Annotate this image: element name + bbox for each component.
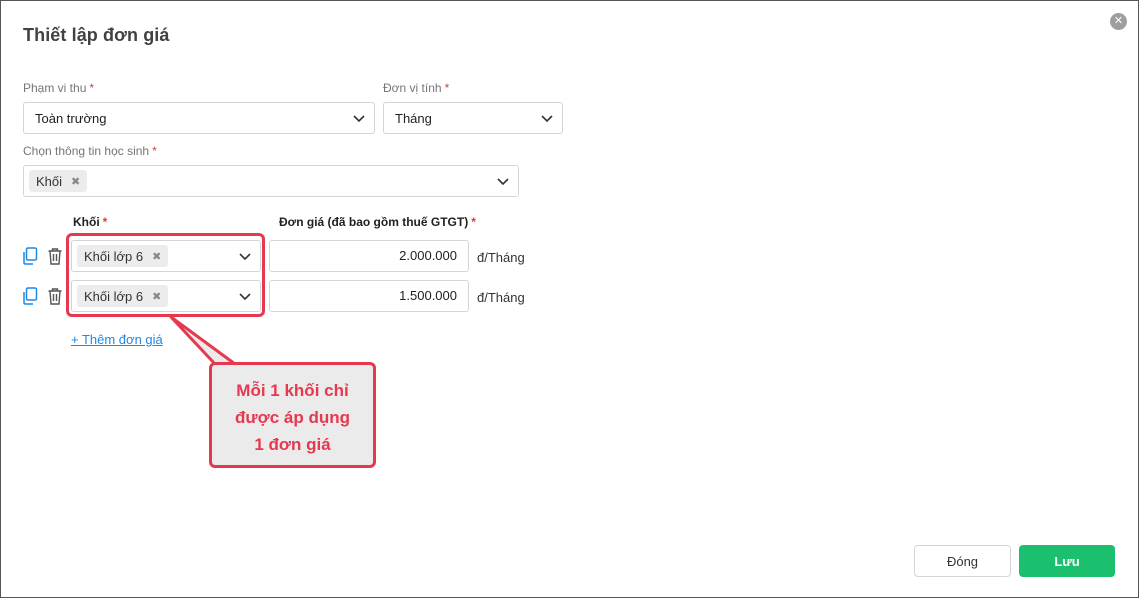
khoi-tag: Khối ✖ xyxy=(29,170,88,192)
save-button[interactable]: Lưu xyxy=(1019,545,1115,577)
khoi-tag: Khối lớp 6 ✖ xyxy=(77,285,169,307)
unit-label: đ/Tháng xyxy=(477,290,525,305)
thong-tin-hoc-sinh-label: Chọn thông tin học sinh * xyxy=(23,144,157,158)
chevron-down-icon xyxy=(239,293,251,301)
don-vi-tinh-value: Tháng xyxy=(395,110,432,126)
price-setup-dialog: Thiết lập đơn giá ✕ Phạm vi thu * Toàn tr… xyxy=(0,0,1139,598)
chevron-down-icon xyxy=(353,115,365,123)
chevron-down-icon xyxy=(239,253,251,261)
callout-line: Mỗi 1 khối chỉ xyxy=(236,381,349,400)
chevron-down-icon xyxy=(497,178,509,186)
col-don-gia-header: Đơn giá (đã bao gồm thuế GTGT) * xyxy=(279,215,476,229)
unit-label: đ/Tháng xyxy=(477,250,525,265)
remove-tag-icon[interactable]: ✖ xyxy=(71,175,80,188)
remove-tag-icon[interactable]: ✖ xyxy=(152,290,161,303)
khoi-tag: Khối lớp 6 ✖ xyxy=(77,245,169,267)
col-khoi-header: Khối * xyxy=(73,215,108,229)
pham-vi-thu-value: Toàn trường xyxy=(35,110,107,126)
callout-line: 1 đơn giá xyxy=(254,435,331,454)
pham-vi-thu-label: Phạm vi thu * xyxy=(23,81,95,95)
chevron-down-icon xyxy=(541,115,553,123)
khoi-select-row-2[interactable]: Khối lớp 6 ✖ xyxy=(71,280,261,312)
add-price-link[interactable]: + Thêm đơn giá xyxy=(71,332,163,347)
don-vi-tinh-label: Đơn vị tính * xyxy=(383,81,450,95)
dialog-title: Thiết lập đơn giá xyxy=(23,25,170,45)
trash-icon[interactable] xyxy=(47,247,63,265)
copy-icon[interactable] xyxy=(22,287,38,305)
khoi-select-row-1[interactable]: Khối lớp 6 ✖ xyxy=(71,240,261,272)
don-gia-input-row-1[interactable]: 2.000.000 xyxy=(269,240,469,272)
copy-icon[interactable] xyxy=(22,247,38,265)
don-vi-tinh-select[interactable]: Tháng xyxy=(383,102,563,134)
callout-line: được áp dụng xyxy=(234,408,351,427)
remove-tag-icon[interactable]: ✖ xyxy=(152,250,161,263)
don-gia-input-row-2[interactable]: 1.500.000 xyxy=(269,280,469,312)
close-icon[interactable]: ✕ xyxy=(1110,13,1127,30)
pham-vi-thu-select[interactable]: Toàn trường xyxy=(23,102,375,134)
trash-icon[interactable] xyxy=(47,287,63,305)
thong-tin-hoc-sinh-select[interactable]: Khối ✖ xyxy=(23,165,519,197)
annotation-callout: Mỗi 1 khối chỉ được áp dụng 1 đơn giá xyxy=(209,362,376,468)
close-button[interactable]: Đóng xyxy=(914,545,1011,577)
